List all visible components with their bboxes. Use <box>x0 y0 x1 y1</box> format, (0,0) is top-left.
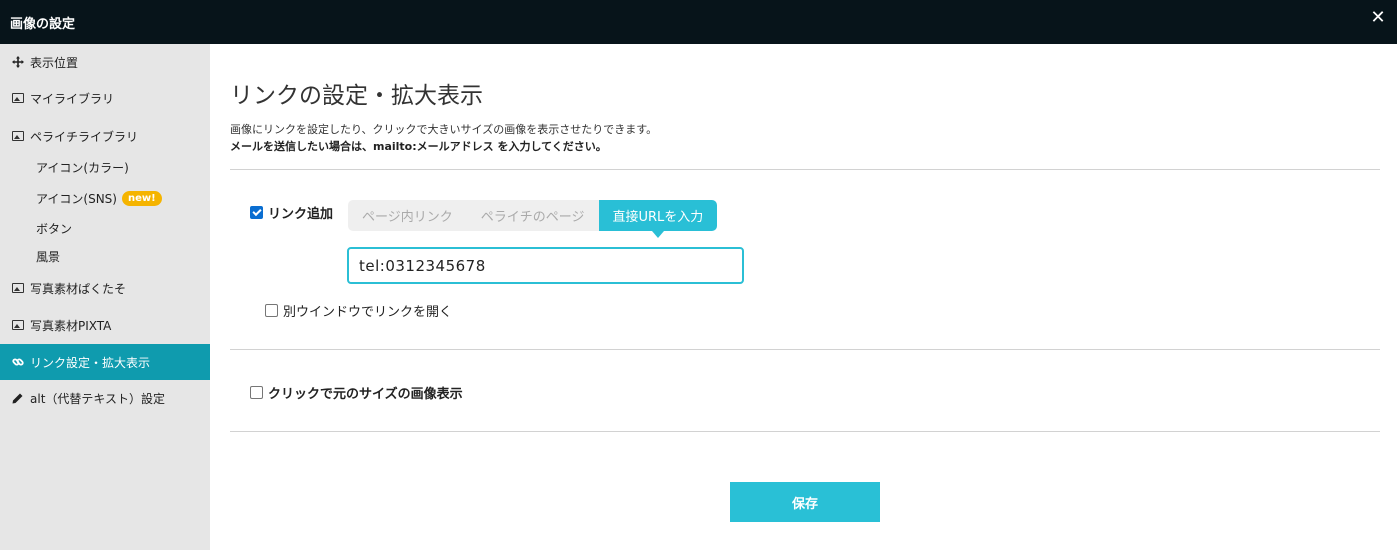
close-icon[interactable]: ✕ <box>1369 9 1387 27</box>
link-add-label: リンク追加 <box>268 207 334 222</box>
sidebar-item-label: 写真素材PIXTA <box>30 318 112 333</box>
link-type-tabs: ページ内リンク ペライチのページ 直接URLを入力 <box>348 200 718 238</box>
dialog-title: 画像の設定 <box>10 17 76 32</box>
sidebar-item-landscape[interactable]: 風景 <box>0 240 210 272</box>
mailto-note: メールを送信したい場合は、mailto:メールアドレス を入力してください。 <box>230 140 607 153</box>
page-title: リンクの設定・拡大表示 <box>230 83 483 109</box>
image-icon <box>11 319 24 332</box>
link-add-checkbox[interactable]: リンク追加 <box>250 203 333 222</box>
sidebar-item-label: ボタン <box>36 221 73 236</box>
title-bar: 画像の設定 ✕ <box>0 0 1397 44</box>
tab-page-link[interactable]: ページ内リンク <box>348 200 467 231</box>
image-icon <box>11 130 24 143</box>
sidebar-item-label: alt（代替テキスト）設定 <box>30 391 166 406</box>
sidebar-item-pixta[interactable]: 写真素材PIXTA <box>0 307 210 343</box>
new-window-checkbox[interactable]: 別ウインドウでリンクを開く <box>265 301 452 320</box>
sidebar-item-my-library[interactable]: マイライブラリ <box>0 80 210 116</box>
sidebar-item-pakutaso[interactable]: 写真素材ぱくたそ <box>0 270 210 306</box>
sidebar-item-label: 風景 <box>36 249 61 264</box>
sidebar-item-alt-settings[interactable]: alt（代替テキスト）設定 <box>0 380 210 416</box>
sidebar-item-label: マイライブラリ <box>30 91 115 106</box>
description-text: 画像にリンクを設定したり、クリックで大きいサイズの画像を表示させたりできます。 <box>230 123 658 136</box>
link-icon <box>11 356 24 369</box>
tab-direct-url[interactable]: 直接URLを入力 <box>598 200 718 238</box>
sidebar-item-icon-color[interactable]: アイコン(カラー) <box>0 150 210 184</box>
divider <box>230 169 1380 170</box>
url-input[interactable] <box>347 247 744 284</box>
image-icon <box>11 282 24 295</box>
sidebar-item-icon-sns[interactable]: アイコン(SNS) new! <box>0 181 210 215</box>
zoom-checkbox[interactable]: クリックで元のサイズの画像表示 <box>250 383 463 402</box>
sidebar-item-peraichi-library[interactable]: ペライチライブラリ <box>0 118 210 154</box>
sidebar-item-label: アイコン(SNS) <box>36 191 117 206</box>
divider <box>230 349 1380 350</box>
sidebar-item-label: リンク設定・拡大表示 <box>30 355 151 370</box>
sidebar-item-label: アイコン(カラー) <box>36 160 129 175</box>
sidebar-item-link-settings[interactable]: リンク設定・拡大表示 <box>0 344 210 380</box>
tab-peraichi-page[interactable]: ペライチのページ <box>466 200 599 231</box>
new-window-label: 別ウインドウでリンクを開く <box>283 305 453 320</box>
checkbox-unchecked-icon <box>265 304 278 317</box>
divider <box>230 431 1380 432</box>
sidebar-item-label: 表示位置 <box>30 55 79 70</box>
new-badge: new! <box>121 190 162 206</box>
image-icon <box>11 92 24 105</box>
sidebar-item-position[interactable]: 表示位置 <box>0 44 210 80</box>
main-panel: リンクの設定・拡大表示 画像にリンクを設定したり、クリックで大きいサイズの画像を… <box>210 44 1397 550</box>
sidebar-item-label: ペライチライブラリ <box>30 129 139 144</box>
save-button[interactable]: 保存 <box>730 482 880 522</box>
checkbox-unchecked-icon <box>250 386 263 399</box>
move-icon <box>11 56 24 69</box>
sidebar-item-label: 写真素材ぱくたそ <box>30 281 127 296</box>
checkbox-checked-icon <box>250 206 263 219</box>
zoom-label: クリックで元のサイズの画像表示 <box>268 387 463 402</box>
pencil-icon <box>11 392 24 405</box>
sidebar: 表示位置 マイライブラリ ペライチライブラリ アイコン(カラー) アイコン(SN… <box>0 44 210 550</box>
